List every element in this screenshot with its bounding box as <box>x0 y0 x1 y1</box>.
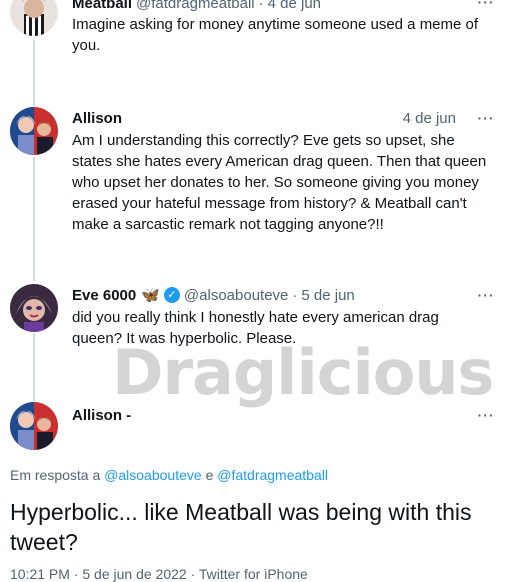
avatar[interactable] <box>10 402 58 450</box>
tweet-header: Allison 4 de jun <box>72 107 496 129</box>
tweet-header: Allison - <box>72 404 496 426</box>
timestamp[interactable]: 4 de jun <box>403 110 456 127</box>
display-name[interactable]: Meatball <box>72 0 132 12</box>
replying-prefix: Em resposta a <box>10 467 101 483</box>
tweet-eve[interactable]: Eve 6000 🦋 ✓ @alsoabouteve · 5 de jun ··… <box>0 278 510 398</box>
tweet-metadata[interactable]: 10:21 PM · 5 de jun de 2022 · Twitter fo… <box>10 566 308 582</box>
replying-to: Em resposta a @alsoabouteve e @fatdragme… <box>10 467 328 483</box>
timestamp[interactable]: 5 de jun <box>301 287 354 304</box>
display-name[interactable]: Eve 6000 <box>72 287 136 304</box>
tweet-meatball[interactable]: Meatball @fatdragmeatball · 4 de jun ···… <box>0 0 510 100</box>
avatar[interactable] <box>10 284 58 332</box>
display-name[interactable]: Allison <box>72 110 122 127</box>
more-options-icon[interactable]: ··· <box>476 0 496 12</box>
avatar[interactable] <box>10 0 58 36</box>
tweet-allison[interactable]: Allison 4 de jun ··· Am I understanding … <box>0 100 510 278</box>
tweet-text: Imagine asking for money anytime someone… <box>72 16 479 54</box>
separator-dot: · <box>258 0 264 12</box>
tweet-text: did you really think I honestly hate eve… <box>72 309 439 347</box>
replying-joiner: e <box>205 467 214 483</box>
tweet-header: Meatball @fatdragmeatball · 4 de jun <box>72 0 496 14</box>
replying-handle-link[interactable]: @alsoabouteve <box>104 467 202 483</box>
more-options-icon[interactable]: ··· <box>476 285 496 305</box>
main-tweet-text: Hyperbolic... like Meatball was being wi… <box>10 499 472 555</box>
replying-handle-link[interactable]: @fatdragmeatball <box>217 467 328 483</box>
display-name[interactable]: Allison - <box>72 407 131 424</box>
verified-badge-icon: ✓ <box>163 287 180 303</box>
tweet-header: Eve 6000 🦋 ✓ @alsoabouteve · 5 de jun <box>72 284 496 306</box>
user-handle[interactable]: @fatdragmeatball <box>136 0 255 12</box>
more-options-icon[interactable]: ··· <box>476 108 496 128</box>
more-options-icon[interactable]: ··· <box>476 405 496 425</box>
separator-dot: · <box>292 286 298 304</box>
user-handle[interactable]: @alsoabouteve <box>184 287 288 304</box>
tweet-text: Am I understanding this correctly? Eve g… <box>72 132 487 233</box>
timestamp[interactable]: 4 de jun <box>268 0 321 12</box>
avatar[interactable] <box>10 107 58 155</box>
butterfly-icon: 🦋 <box>141 287 160 304</box>
